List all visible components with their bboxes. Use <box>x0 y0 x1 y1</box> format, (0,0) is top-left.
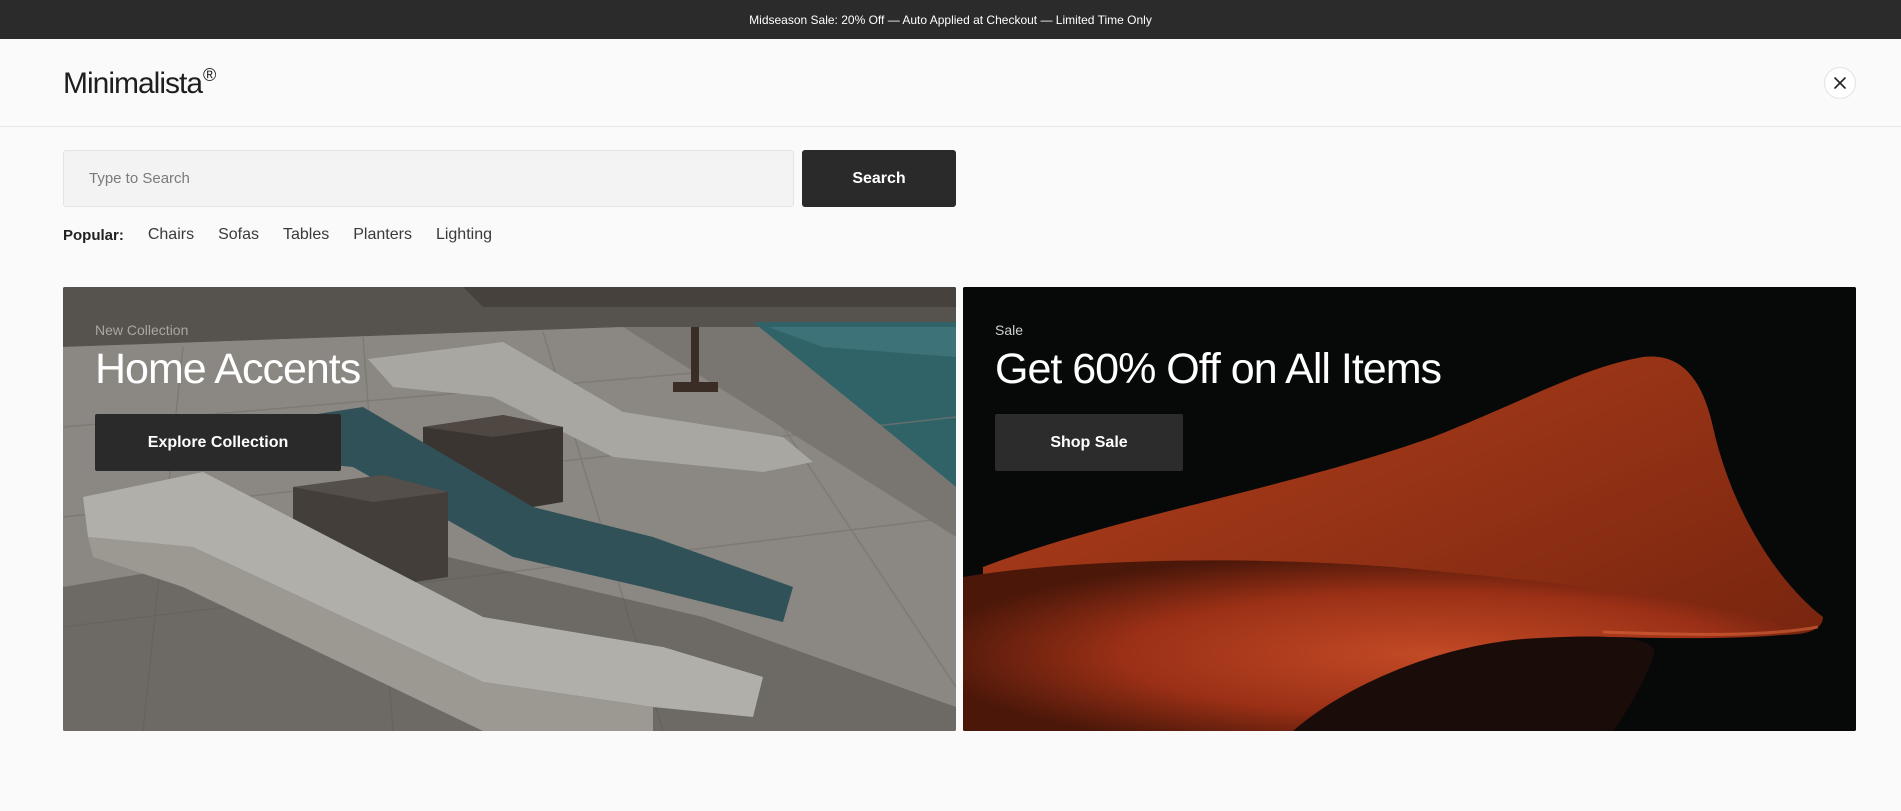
announcement-text: Midseason Sale: 20% Off — Auto Applied a… <box>749 12 1152 27</box>
logo-text: Minimalista <box>63 67 203 100</box>
search-input[interactable] <box>63 150 794 207</box>
card-title: Home Accents <box>95 345 361 393</box>
search-button[interactable]: Search <box>802 150 956 207</box>
popular-link-planters[interactable]: Planters <box>353 226 412 244</box>
header: Minimalista® <box>0 39 1901 127</box>
close-button[interactable] <box>1824 67 1856 99</box>
card-title: Get 60% Off on All Items <box>995 345 1442 393</box>
promo-card-home-accents[interactable]: New Collection Home Accents Explore Coll… <box>63 287 956 731</box>
card-eyebrow: New Collection <box>95 322 189 338</box>
popular-link-chairs[interactable]: Chairs <box>148 226 194 244</box>
popular-label: Popular: <box>63 226 124 244</box>
close-icon <box>1834 77 1846 89</box>
explore-collection-button[interactable]: Explore Collection <box>95 414 341 471</box>
shop-sale-button[interactable]: Shop Sale <box>995 414 1183 471</box>
logo[interactable]: Minimalista® <box>63 65 216 101</box>
popular-link-sofas[interactable]: Sofas <box>218 226 259 244</box>
announcement-bar: Midseason Sale: 20% Off — Auto Applied a… <box>0 0 1901 39</box>
logo-registered-mark: ® <box>203 65 217 85</box>
card-eyebrow: Sale <box>995 322 1024 338</box>
promo-card-sale[interactable]: Sale Get 60% Off on All Items Shop Sale <box>963 287 1856 731</box>
popular-link-lighting[interactable]: Lighting <box>436 226 492 244</box>
popular-link-tables[interactable]: Tables <box>283 226 329 244</box>
popular-searches: Popular: Chairs Sofas Tables Planters Li… <box>63 224 516 246</box>
